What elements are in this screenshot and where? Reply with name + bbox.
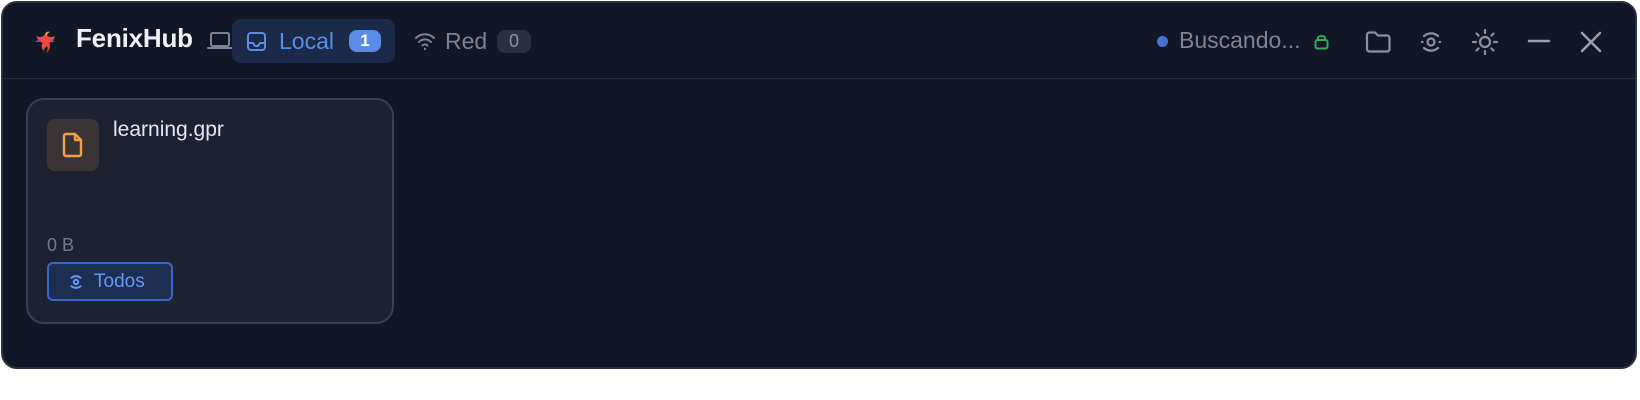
share-all-button[interactable]: Todos	[47, 262, 173, 301]
broadcast-icon	[1420, 32, 1442, 52]
laptop-icon	[207, 32, 233, 49]
settings-icon	[1471, 28, 1499, 56]
file-icon-badge	[47, 119, 99, 171]
file-icon	[62, 132, 83, 158]
tab-local-count: 1	[349, 30, 381, 52]
file-name: learning.gpr	[113, 118, 224, 141]
tab-local-label: Local	[279, 28, 334, 54]
tab-red-count: 0	[497, 30, 531, 53]
broadcast-icon	[70, 275, 82, 289]
app-window: FenixHub Local 1 Red 0 Buscando... learn…	[1, 1, 1637, 369]
app-title: FenixHub	[76, 23, 193, 53]
settings-button[interactable]	[1468, 25, 1502, 59]
lock-icon	[1314, 35, 1329, 50]
open-folder-button[interactable]	[1361, 25, 1395, 59]
phoenix-logo-icon	[35, 31, 55, 53]
inbox-icon	[247, 32, 266, 51]
status-dot	[1157, 36, 1168, 47]
minimize-button[interactable]	[1522, 25, 1556, 59]
tab-local[interactable]: Local 1	[232, 19, 395, 63]
folder-icon	[1365, 31, 1391, 53]
close-icon	[1580, 31, 1602, 53]
file-size: 0 B	[47, 235, 75, 255]
title-bar: FenixHub Local 1 Red 0 Buscando...	[3, 3, 1635, 79]
close-button[interactable]	[1574, 25, 1608, 59]
minimize-icon	[1527, 39, 1551, 43]
share-all-label: Todos	[94, 271, 145, 292]
wifi-icon	[415, 33, 435, 51]
file-card[interactable]: learning.gpr 0 B Todos	[26, 98, 394, 324]
tab-red-label: Red	[445, 28, 488, 54]
broadcast-button[interactable]	[1414, 25, 1448, 59]
tab-red[interactable]: Red 0	[406, 19, 546, 63]
status-text: Buscando...	[1179, 27, 1301, 53]
